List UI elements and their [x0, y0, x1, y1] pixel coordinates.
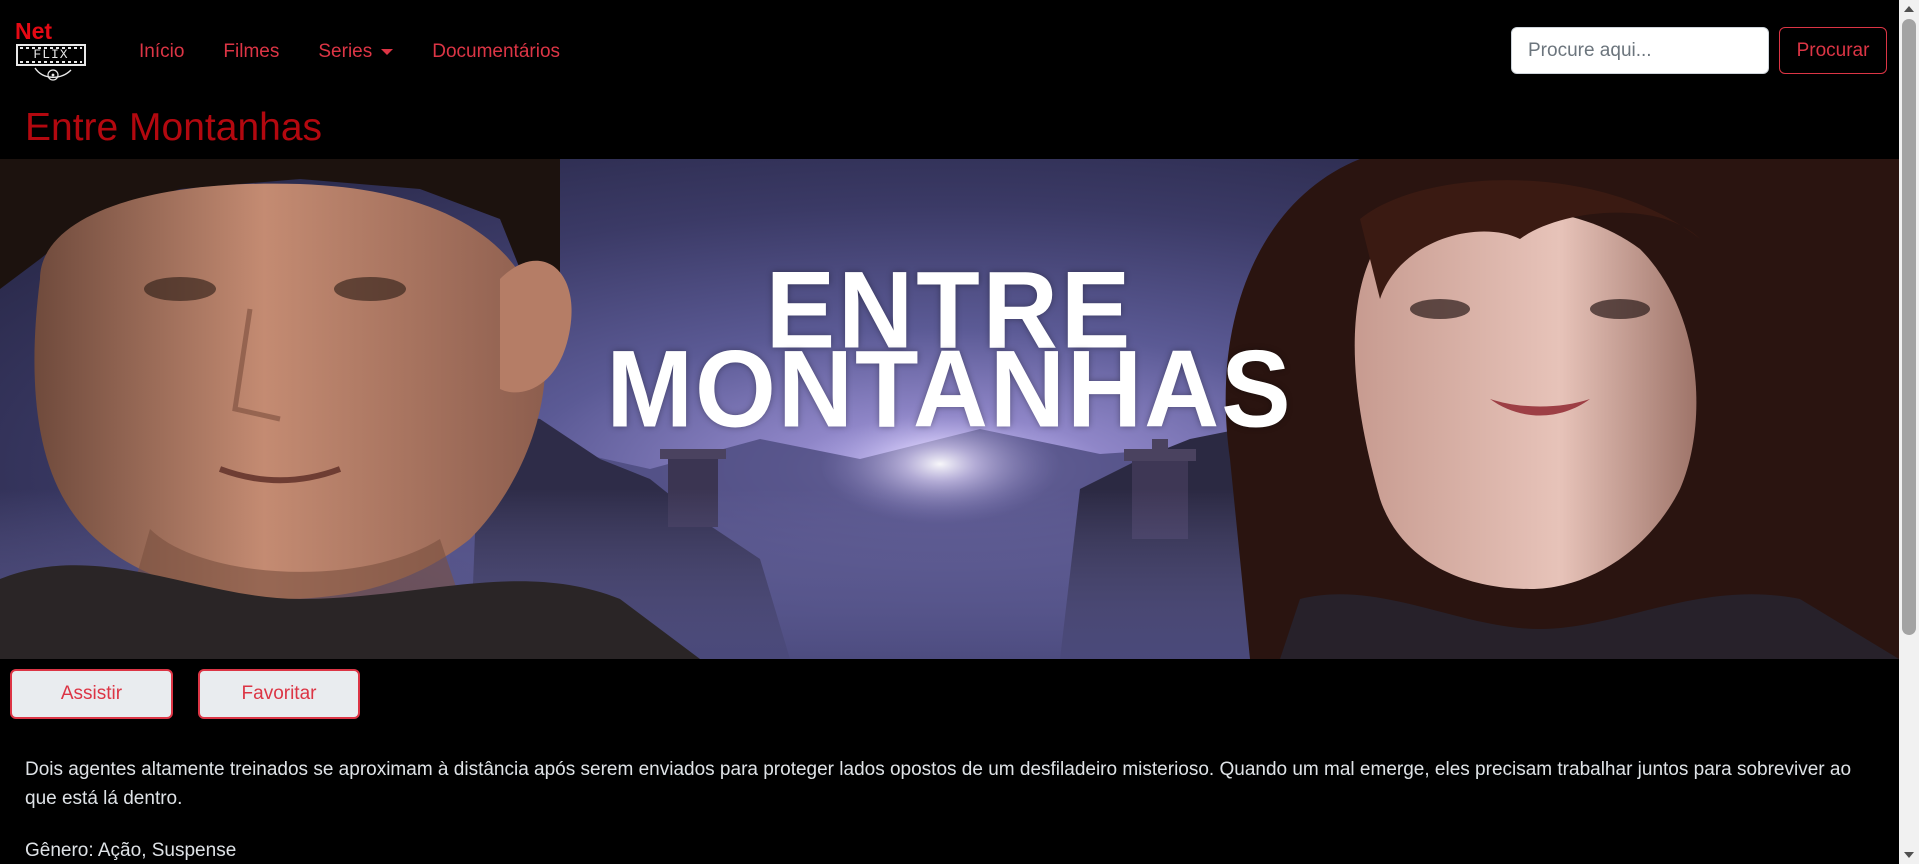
nav-item-series-label: Series	[318, 41, 373, 62]
navbar: Net FLIX Início Filmes Series Documentár…	[0, 0, 1899, 104]
watch-button[interactable]: Assistir	[10, 669, 173, 719]
banner-title-line-2: MONTANHAS	[606, 329, 1293, 451]
brand-film-strip: FLIX	[16, 44, 86, 66]
nav-item-inicio[interactable]: Início	[139, 38, 184, 66]
movie-banner: ENTRE MONTANHAS	[0, 159, 1899, 659]
nav-item-filmes[interactable]: Filmes	[223, 38, 279, 66]
page-title: Entre Montanhas	[25, 106, 323, 149]
nav-menu: Início Filmes Series Documentários	[139, 38, 599, 66]
brand-logo[interactable]: Net FLIX	[15, 18, 91, 84]
chevron-down-icon	[381, 49, 394, 55]
movie-genre: Gênero: Ação, Suspense	[25, 840, 237, 861]
favorite-button[interactable]: Favoritar	[198, 669, 360, 719]
movie-description: Dois agentes altamente treinados se apro…	[25, 759, 1852, 809]
nav-item-series-dropdown[interactable]: Series	[318, 38, 394, 66]
page: Net FLIX Início Filmes Series Documentár…	[0, 0, 1919, 864]
nav-item-documentarios[interactable]: Documentários	[432, 38, 560, 66]
arrow-down-icon[interactable]	[1904, 852, 1914, 858]
scrollbar-thumb[interactable]	[1902, 19, 1916, 635]
brand-flix-text: FLIX	[33, 47, 69, 62]
search-button[interactable]: Procurar	[1779, 27, 1887, 74]
brand-net-text: Net	[15, 18, 53, 44]
vertical-scrollbar[interactable]	[1899, 0, 1919, 864]
film-reel-icon	[34, 67, 72, 81]
search-input[interactable]	[1511, 27, 1769, 74]
arrow-up-icon[interactable]	[1904, 6, 1914, 12]
